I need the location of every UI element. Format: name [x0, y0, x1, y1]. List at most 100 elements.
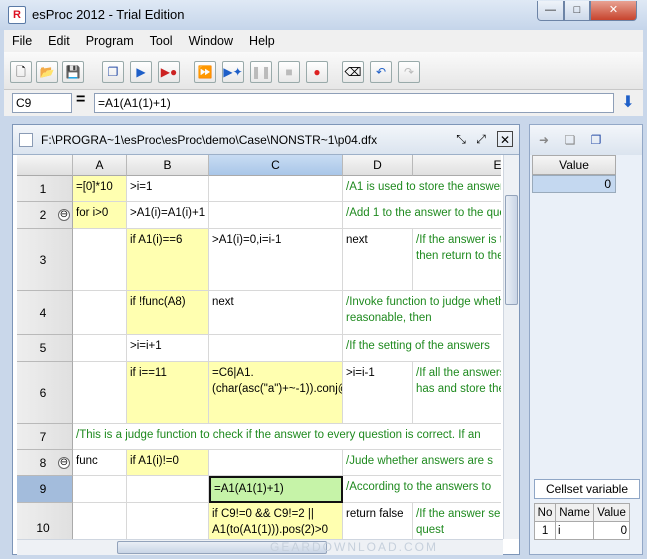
column-header-e[interactable]: E	[413, 155, 501, 176]
cell-a5[interactable]	[73, 335, 127, 362]
run-icon[interactable]: ▶	[130, 61, 152, 83]
cell-c1[interactable]	[209, 176, 343, 202]
menu-file[interactable]: File	[4, 30, 40, 52]
row-header[interactable]: 2 ⊖	[17, 202, 73, 229]
cell-c3[interactable]: >A1(i)=0,i=i-1	[209, 229, 343, 291]
menu-program[interactable]: Program	[78, 30, 142, 52]
row-header[interactable]: 3	[17, 229, 73, 291]
cell-c8[interactable]	[209, 450, 343, 476]
column-header-d[interactable]: D	[343, 155, 413, 176]
step-icon[interactable]: ⏩	[194, 61, 216, 83]
cell-a2[interactable]: for i>0	[73, 202, 127, 229]
cell-d4[interactable]: /Invoke function to judge whether they a…	[343, 291, 501, 335]
cell-b8[interactable]: if A1(i)!=0	[127, 450, 209, 476]
menu-help[interactable]: Help	[241, 30, 283, 52]
expand-icon[interactable]: ⤡	[453, 131, 469, 147]
cell-a9[interactable]	[73, 476, 127, 503]
row-header[interactable]: 6	[17, 362, 73, 424]
cell-d8[interactable]: /Jude whether answers are s	[343, 450, 501, 476]
cell-b5[interactable]: >i=i+1	[127, 335, 209, 362]
cell-b6[interactable]: if i==11	[127, 362, 209, 424]
column-header-a[interactable]: A	[73, 155, 127, 176]
cell-a10[interactable]	[73, 503, 127, 539]
paste-icon[interactable]: ❐	[586, 130, 606, 150]
column-header-b[interactable]: B	[127, 155, 209, 176]
cell-c9[interactable]: =A1(A1(1)+1)	[209, 476, 343, 503]
open-folder-icon[interactable]: 📂	[36, 61, 58, 83]
value-cell[interactable]: 0	[532, 175, 616, 193]
cell-e3[interactable]: /If the answer is the last option, then …	[413, 229, 501, 291]
arrow-down-icon[interactable]: ⬇	[618, 93, 638, 113]
record-icon[interactable]: ●	[306, 61, 328, 83]
cell-c6[interactable]: =C6|A1.(char(asc("a")+~-1)).conj@s()	[209, 362, 343, 424]
cell-e6[interactable]: /If all the answers last question has an…	[413, 362, 501, 424]
document-icon	[19, 133, 33, 147]
cell-b4[interactable]: if !func(A8)	[127, 291, 209, 335]
column-header-c[interactable]: C	[209, 155, 343, 176]
menu-tool[interactable]: Tool	[142, 30, 181, 52]
cell-c4[interactable]: next	[209, 291, 343, 335]
menu-bar: File Edit Program Tool Window Help	[4, 30, 643, 52]
doc-close-icon[interactable]: ✕	[497, 131, 513, 147]
row-header[interactable]: 8 ⊖	[17, 450, 73, 476]
collapse-icon[interactable]: ⊖	[58, 456, 70, 469]
window-icon[interactable]: ❐	[102, 61, 124, 83]
maximize-button[interactable]: □	[564, 1, 590, 21]
cell-d3[interactable]: next	[343, 229, 413, 291]
cell-a3[interactable]	[73, 229, 127, 291]
cell-d1[interactable]: /A1 is used to store the answer	[343, 176, 501, 202]
cell-b3[interactable]: if A1(i)==6	[127, 229, 209, 291]
row-header[interactable]: 1	[17, 176, 73, 202]
cell-d10[interactable]: return false	[343, 503, 413, 539]
vertical-scroll-thumb[interactable]	[505, 195, 518, 305]
cell-c5[interactable]	[209, 335, 343, 362]
cell-c2[interactable]	[209, 202, 343, 229]
cell-a6[interactable]	[73, 362, 127, 424]
cell-d6[interactable]: >i=i-1	[343, 362, 413, 424]
run-to-cursor-icon[interactable]: ▶●	[158, 61, 180, 83]
col-name: Name	[555, 503, 595, 522]
restore-icon[interactable]: ⤢	[473, 131, 489, 147]
copy-icon[interactable]: ❏	[560, 130, 580, 150]
table-row[interactable]: 1 i 0	[533, 521, 630, 540]
cellset-variable-tab[interactable]: Cellset variable	[534, 479, 640, 499]
step-into-icon[interactable]: ▶✦	[222, 61, 244, 83]
clear-icon[interactable]: ⌫	[342, 61, 364, 83]
vertical-scrollbar[interactable]	[503, 155, 519, 539]
cell-d2[interactable]: /Add 1 to the answer to the question	[343, 202, 501, 229]
formula-input[interactable]: =A1(A1(1)+1)	[94, 93, 614, 113]
row-header[interactable]: 7	[17, 424, 73, 450]
cell-name-field[interactable]: C9	[12, 93, 72, 113]
redo-icon[interactable]: ↷	[398, 61, 420, 83]
collapse-icon[interactable]: ⊖	[58, 209, 70, 221]
cell-b1[interactable]: >i=1	[127, 176, 209, 202]
menu-window[interactable]: Window	[181, 30, 241, 52]
minimize-button[interactable]: —	[537, 1, 564, 21]
corner-header[interactable]	[17, 155, 73, 176]
row-header[interactable]: 5	[17, 335, 73, 362]
cell-a8[interactable]: func	[73, 450, 127, 476]
pause-icon[interactable]: ❚❚	[250, 61, 272, 83]
cell-a1[interactable]: =[0]*10	[73, 176, 127, 202]
cell-b2[interactable]: >A1(i)=A1(i)+1	[127, 202, 209, 229]
row-header[interactable]: 10	[17, 503, 73, 539]
cell-b10[interactable]	[127, 503, 209, 539]
close-button[interactable]: ✕	[590, 1, 637, 21]
cell-a7[interactable]: /This is a judge function to check if th…	[73, 424, 501, 450]
new-file-icon[interactable]: 🗋	[10, 61, 32, 83]
stop-icon[interactable]: ■	[278, 61, 300, 83]
menu-edit[interactable]: Edit	[40, 30, 78, 52]
cell-d5[interactable]: /If the setting of the answers	[343, 335, 501, 362]
cell-d9[interactable]: /According to the answers to	[343, 476, 501, 503]
arrow-right-icon[interactable]: ➜	[534, 130, 554, 150]
cell-e10[interactable]: /If the answer se before this quest	[413, 503, 501, 539]
cell-c10[interactable]: if C9!=0 && C9!=2 || A1(to(A1(1))).pos(2…	[209, 503, 343, 539]
document-title-bar: F:\PROGRA~1\esProc\esProc\demo\Case\NONS…	[13, 125, 519, 155]
cell-a4[interactable]	[73, 291, 127, 335]
cell-b9[interactable]	[127, 476, 209, 503]
row-header[interactable]: 9	[17, 476, 73, 503]
save-icon[interactable]: 💾	[62, 61, 84, 83]
formula-bar: C9 = =A1(A1(1)+1) ⬇	[4, 90, 643, 116]
undo-icon[interactable]: ↶	[370, 61, 392, 83]
row-header[interactable]: 4	[17, 291, 73, 335]
